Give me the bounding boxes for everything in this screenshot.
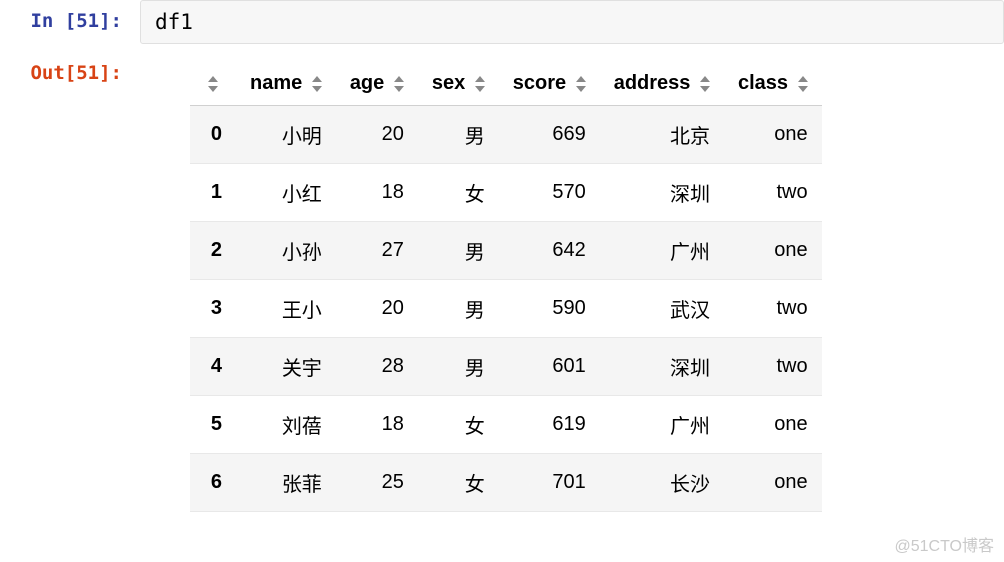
out-prompt-close: ]: (99, 62, 122, 84)
cell-age: 28 (336, 338, 418, 396)
output-cell-row: Out[51]: name age sex score address clas… (0, 52, 1004, 512)
cell-address: 广州 (600, 396, 724, 454)
sort-icon (700, 76, 710, 92)
row-index: 4 (190, 338, 236, 396)
row-index: 2 (190, 222, 236, 280)
cell-age: 20 (336, 280, 418, 338)
cell-class: two (724, 164, 822, 222)
input-cell-row: In [51]: df1 (0, 0, 1004, 44)
cell-age: 25 (336, 454, 418, 512)
header-row: name age sex score address class (190, 62, 822, 106)
cell-class: two (724, 280, 822, 338)
cell-score: 701 (499, 454, 600, 512)
cell-name: 关宇 (236, 338, 336, 396)
cell-sex: 女 (418, 454, 499, 512)
out-prompt-label: Out[ (30, 62, 76, 84)
corner-header[interactable] (190, 62, 236, 106)
col-header-class[interactable]: class (724, 62, 822, 106)
row-index: 6 (190, 454, 236, 512)
code-input[interactable]: df1 (140, 0, 1004, 44)
table-head: name age sex score address class (190, 62, 822, 106)
sort-icon (312, 76, 322, 92)
cell-score: 570 (499, 164, 600, 222)
cell-score: 590 (499, 280, 600, 338)
code-input-text: df1 (155, 10, 193, 34)
col-header-age[interactable]: age (336, 62, 418, 106)
sort-icon (208, 76, 218, 92)
out-prompt: Out[51]: (0, 52, 140, 94)
cell-name: 张菲 (236, 454, 336, 512)
cell-address: 武汉 (600, 280, 724, 338)
cell-address: 北京 (600, 106, 724, 164)
dataframe-table: name age sex score address class 0小明20男6… (190, 62, 822, 512)
table-row: 5刘蓓18女619广州one (190, 396, 822, 454)
cell-score: 642 (499, 222, 600, 280)
cell-score: 619 (499, 396, 600, 454)
cell-sex: 女 (418, 164, 499, 222)
table-row: 4关宇28男601深圳two (190, 338, 822, 396)
col-header-address[interactable]: address (600, 62, 724, 106)
cell-address: 深圳 (600, 164, 724, 222)
sort-icon (576, 76, 586, 92)
cell-class: one (724, 454, 822, 512)
table-row: 6张菲25女701长沙one (190, 454, 822, 512)
cell-age: 27 (336, 222, 418, 280)
cell-sex: 男 (418, 222, 499, 280)
cell-name: 小孙 (236, 222, 336, 280)
cell-age: 18 (336, 396, 418, 454)
cell-address: 深圳 (600, 338, 724, 396)
out-prompt-number: 51 (76, 62, 99, 84)
cell-score: 669 (499, 106, 600, 164)
cell-name: 刘蓓 (236, 396, 336, 454)
table-row: 2小孙27男642广州one (190, 222, 822, 280)
row-index: 0 (190, 106, 236, 164)
table-body: 0小明20男669北京one1小红18女570深圳two2小孙27男642广州o… (190, 106, 822, 512)
sort-icon (475, 76, 485, 92)
row-index: 1 (190, 164, 236, 222)
cell-class: one (724, 222, 822, 280)
table-row: 1小红18女570深圳two (190, 164, 822, 222)
sort-icon (394, 76, 404, 92)
cell-address: 长沙 (600, 454, 724, 512)
cell-sex: 女 (418, 396, 499, 454)
col-header-sex[interactable]: sex (418, 62, 499, 106)
cell-sex: 男 (418, 338, 499, 396)
cell-name: 小明 (236, 106, 336, 164)
in-prompt-number: 51 (76, 10, 99, 32)
in-prompt: In [51]: (0, 0, 140, 42)
sort-icon (798, 76, 808, 92)
cell-class: one (724, 396, 822, 454)
cell-age: 18 (336, 164, 418, 222)
cell-age: 20 (336, 106, 418, 164)
output-area: name age sex score address class 0小明20男6… (140, 52, 1004, 512)
cell-class: one (724, 106, 822, 164)
cell-score: 601 (499, 338, 600, 396)
cell-sex: 男 (418, 106, 499, 164)
col-header-score[interactable]: score (499, 62, 600, 106)
in-prompt-label: In [ (30, 10, 76, 32)
col-header-name[interactable]: name (236, 62, 336, 106)
cell-name: 小红 (236, 164, 336, 222)
cell-address: 广州 (600, 222, 724, 280)
cell-class: two (724, 338, 822, 396)
cell-name: 王小 (236, 280, 336, 338)
row-index: 3 (190, 280, 236, 338)
in-prompt-close: ]: (99, 10, 122, 32)
cell-sex: 男 (418, 280, 499, 338)
row-index: 5 (190, 396, 236, 454)
table-row: 3王小20男590武汉two (190, 280, 822, 338)
watermark: @51CTO博客 (894, 532, 994, 556)
table-row: 0小明20男669北京one (190, 106, 822, 164)
